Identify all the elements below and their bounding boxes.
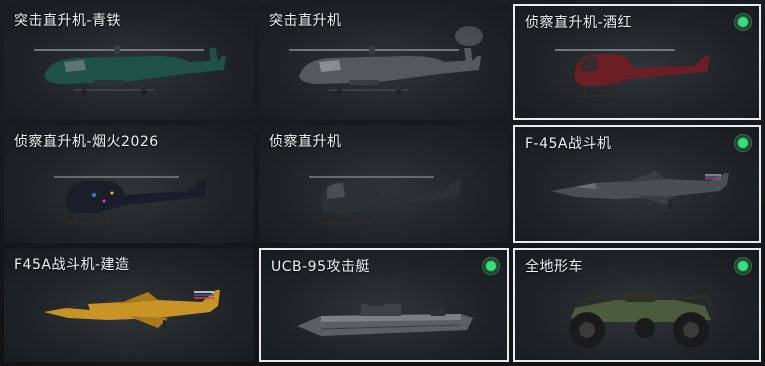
vehicle-card-f45a-build[interactable]: F45A战斗机-建造 [4, 248, 254, 362]
owned-indicator-icon [483, 258, 499, 274]
owned-indicator-icon [735, 14, 751, 30]
vehicle-title: UCB-95攻击艇 [271, 259, 370, 275]
vehicle-title: F45A战斗机-建造 [14, 257, 130, 273]
vehicle-title: F-45A战斗机 [525, 136, 612, 152]
vehicle-title: 全地形车 [525, 259, 583, 275]
vehicle-title: 突击直升机 [269, 13, 342, 29]
vehicle-title: 侦察直升机-酒红 [525, 15, 633, 31]
owned-indicator-icon [735, 135, 751, 151]
vehicle-card-scout-heli-fireworks[interactable]: 侦察直升机-烟火2026 [4, 125, 254, 243]
vehicle-title: 侦察直升机 [269, 134, 342, 150]
vehicle-title: 侦察直升机-烟火2026 [14, 134, 159, 150]
vehicle-card-ucb95-boat[interactable]: UCB-95攻击艇 [259, 248, 509, 362]
vehicle-card-atv[interactable]: 全地形车 [513, 248, 761, 362]
vehicle-card-attack-heli-teal[interactable]: 突击直升机-青铁 [4, 4, 254, 120]
vehicle-card-attack-heli[interactable]: 突击直升机 [259, 4, 509, 120]
vehicle-title: 突击直升机-青铁 [14, 13, 122, 29]
vehicle-card-scout-heli-wine[interactable]: 侦察直升机-酒红 [513, 4, 761, 120]
vehicle-card-scout-heli[interactable]: 侦察直升机 [259, 125, 509, 243]
vehicle-grid: 突击直升机-青铁 突击直升机 侦察直升机-酒红 侦察直升机-烟火2026 侦察直… [0, 0, 765, 366]
owned-indicator-icon [735, 258, 751, 274]
vehicle-card-f45a[interactable]: F-45A战斗机 [513, 125, 761, 243]
